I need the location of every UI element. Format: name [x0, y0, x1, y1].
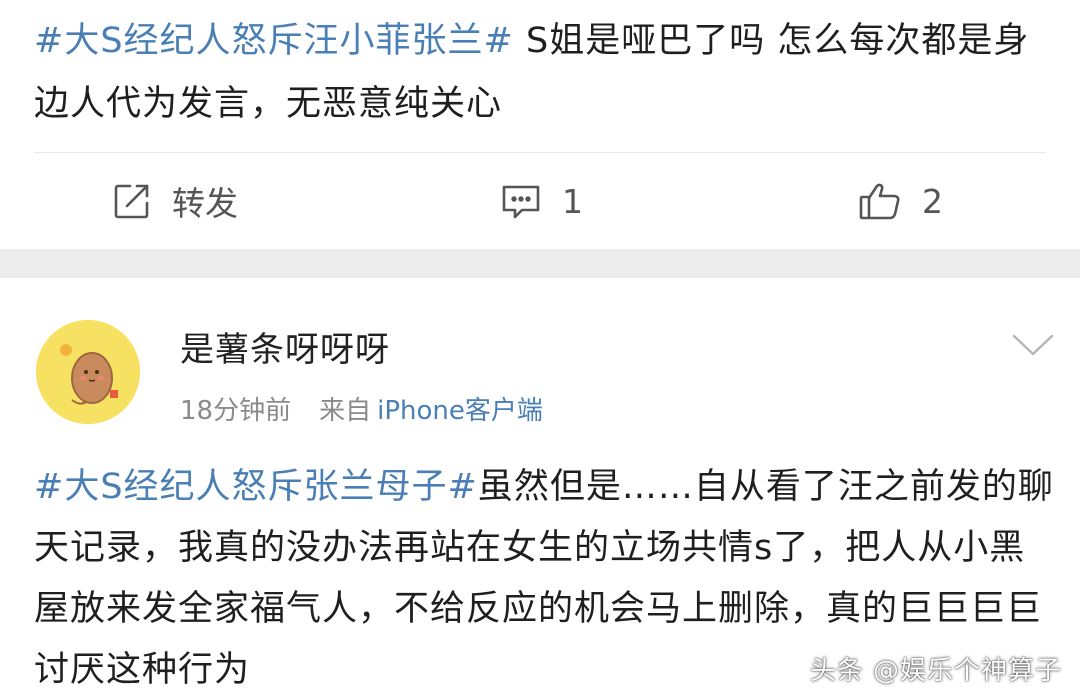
- post-action-bar: 转发 1 2: [0, 153, 1080, 249]
- source-link[interactable]: iPhone客户端: [377, 390, 543, 427]
- username[interactable]: 是薯条呀呀呀: [180, 322, 390, 371]
- post-time: 18分钟前: [180, 396, 292, 426]
- topic-tag-link[interactable]: #大S经纪人怒斥汪小菲张兰#: [34, 21, 514, 61]
- comment-button[interactable]: 1: [500, 153, 583, 249]
- thumbs-up-icon: [858, 181, 902, 221]
- watermark: 头条 @娱乐个神算子: [809, 656, 1062, 686]
- like-count: 2: [922, 181, 943, 221]
- avatar[interactable]: [36, 320, 140, 424]
- chevron-down-icon[interactable]: [1010, 330, 1056, 360]
- repost-button[interactable]: 转发: [112, 153, 238, 249]
- share-edit-icon: [112, 181, 152, 221]
- topic-tag-link[interactable]: #大S经纪人怒斥张兰母子#: [34, 467, 478, 507]
- repost-label: 转发: [172, 184, 238, 223]
- potato-avatar-icon: [36, 320, 140, 424]
- feed-separator: [0, 249, 1080, 278]
- source-label: 来自: [319, 396, 372, 426]
- weibo-feed: #大S经纪人怒斥汪小菲张兰# S姐是哑巴了吗 怎么每次都是身边人代为发言，无恶意…: [0, 0, 1080, 699]
- comment-count: 1: [562, 181, 583, 221]
- like-button[interactable]: 2: [858, 153, 943, 249]
- comment-bubble-icon: [500, 181, 542, 221]
- post-text: #大S经纪人怒斥汪小菲张兰# S姐是哑巴了吗 怎么每次都是身边人代为发言，无恶意…: [34, 10, 1054, 136]
- post-meta: 18分钟前 来自 iPhone客户端: [180, 390, 543, 427]
